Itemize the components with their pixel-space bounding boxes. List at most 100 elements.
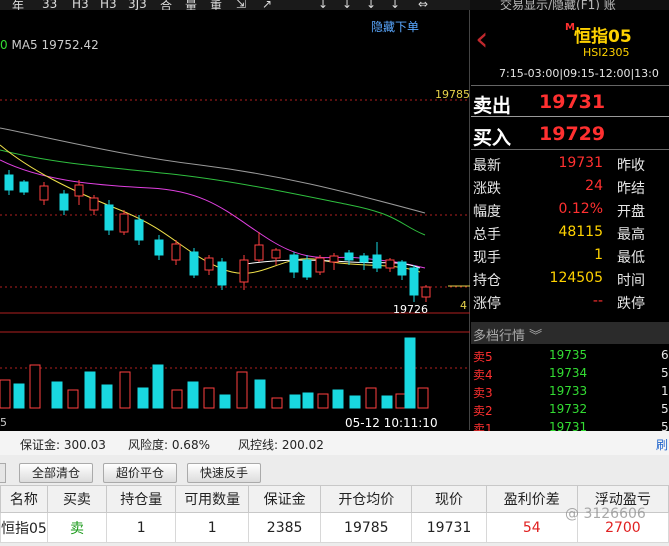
col-side[interactable]: 买卖	[46, 485, 108, 513]
stat-label-2: 开盘	[617, 204, 645, 220]
candlestick	[39, 182, 49, 205]
stat-label: 幅度	[473, 204, 501, 220]
candle-body	[359, 255, 369, 263]
depth-header[interactable]: 多档行情 ︾	[471, 322, 669, 344]
symbol-name: 恒指05	[574, 27, 632, 47]
toolbar-item[interactable]: ⇔	[418, 0, 428, 10]
toolbar-item[interactable]: 合	[160, 0, 172, 10]
toolbar-item[interactable]: 量	[185, 0, 197, 10]
price-level-high: 19785	[435, 88, 470, 101]
stat-value: 19731	[558, 155, 603, 171]
ask-row[interactable]: 卖出 19731	[471, 88, 669, 117]
candlestick	[189, 248, 199, 278]
stat-label: 持仓	[473, 273, 501, 289]
toolbar-item[interactable]: H3	[100, 0, 117, 10]
volume-bars	[0, 337, 429, 409]
candlestick	[134, 215, 144, 245]
volume-bar	[236, 371, 248, 409]
toolbar-item[interactable]: ↓	[342, 0, 352, 10]
depth-title-text: 多档行情	[473, 329, 526, 344]
depth-row[interactable]: 卖4 19734 5	[471, 364, 669, 382]
toolbar-item[interactable]: 3J3	[128, 0, 147, 10]
volume-bar	[119, 371, 131, 409]
col-open-avg[interactable]: 开仓均价	[320, 485, 413, 513]
stat-value: 48115	[558, 224, 603, 240]
axis-label-left: 5	[0, 416, 7, 429]
candlestick	[409, 265, 419, 302]
candle-body	[134, 219, 144, 241]
candle-body	[344, 252, 354, 261]
trading-window: 年 33 H3 H3 3J3 合 量 重 ⇲ ↗ ↓ ↓ ↓ ↓ ⇔ 交易显示/…	[0, 0, 669, 546]
toolbar-item[interactable]: 重	[210, 0, 222, 10]
back-arrow-icon[interactable]: ‹	[475, 22, 489, 56]
col-margin[interactable]: 保证金	[247, 485, 322, 513]
candlestick	[19, 180, 29, 195]
trade-toggle-strip[interactable]: 交易显示/隐藏(F1) 账	[470, 0, 669, 10]
double-chevron-down-icon[interactable]: ︾	[529, 329, 542, 344]
col-name[interactable]: 名称	[0, 485, 48, 513]
volume-bar	[271, 397, 283, 409]
toolbar-item[interactable]: 33	[42, 0, 57, 10]
candlestick	[171, 240, 181, 265]
refresh-link[interactable]: 刷	[656, 436, 668, 453]
hide-order-link[interactable]: 隐藏下单	[371, 18, 419, 35]
toolbar-item[interactable]: ↓	[366, 0, 376, 10]
candlesticks	[4, 170, 431, 302]
depth-label: 卖4	[473, 368, 493, 382]
quick-reverse-button[interactable]: 快速反手	[187, 463, 261, 483]
candle-body	[189, 251, 199, 276]
volume-bar	[254, 379, 266, 409]
stat-label-2: 最高	[617, 227, 645, 243]
depth-row[interactable]: 卖2 19732 5	[471, 400, 669, 418]
over-price-close-button[interactable]: 超价平仓	[103, 463, 177, 483]
cell-pnl-diff: 54	[485, 512, 578, 543]
candlestick	[344, 250, 354, 265]
depth-row[interactable]: 卖5 19735 6	[471, 346, 669, 364]
stat-value: 1	[594, 247, 603, 263]
candle-body	[4, 174, 14, 191]
toolbar-item[interactable]: H3	[72, 0, 89, 10]
close-all-button[interactable]: 全部清仓	[19, 463, 93, 483]
stat-value: 124505	[549, 270, 603, 286]
kline-chart-canvas	[0, 99, 470, 409]
depth-row[interactable]: 卖3 19733 13	[471, 382, 669, 400]
stat-row: 最新 19731 昨收	[471, 152, 669, 175]
ask-price: 19731	[539, 91, 606, 113]
toolbar-item[interactable]: ↓	[390, 0, 400, 10]
volume-bar	[203, 387, 215, 409]
toolbar-item[interactable]: ↓	[318, 0, 328, 10]
bid-row[interactable]: 买入 19729	[471, 120, 669, 149]
stat-value: 24	[585, 178, 603, 194]
price-level-low: 19726	[393, 303, 428, 316]
volume-bar	[417, 387, 429, 409]
account-area: 保证金: 300.03 风险度: 0.68% 风控线: 200.02 刷 全部清…	[0, 431, 669, 546]
bid-label: 买入	[473, 127, 512, 149]
col-pnl-diff[interactable]: 盈利价差	[485, 485, 578, 513]
separator	[471, 149, 669, 150]
candle-body	[385, 259, 395, 269]
candle-body	[289, 254, 299, 273]
col-available[interactable]: 可用数量	[175, 485, 249, 513]
separator	[471, 116, 669, 117]
margin-text: 保证金: 300.03	[20, 438, 106, 452]
stat-row: 幅度 0.12% 开盘	[471, 198, 669, 221]
stat-label: 总手	[473, 227, 501, 243]
toolbar-item[interactable]: ↗	[262, 0, 272, 10]
volume-bar	[51, 381, 63, 409]
volume-bar	[404, 337, 416, 409]
candlestick	[74, 180, 84, 205]
stat-row: 持仓 124505 时间	[471, 267, 669, 290]
kline-chart[interactable]: 隐藏下单 0 MA5 19752.42 19785 19726 4 5 05-1…	[0, 10, 470, 430]
stat-label-2: 时间	[617, 273, 645, 289]
toolbar-item[interactable]: 年	[12, 0, 24, 10]
col-last[interactable]: 现价	[411, 485, 487, 513]
candle-body	[74, 184, 84, 197]
button-stub[interactable]	[0, 463, 6, 483]
volume-bar	[171, 389, 183, 409]
col-hold[interactable]: 持仓量	[106, 485, 177, 513]
ma-prefix: 0	[0, 38, 8, 52]
depth-qty: 13	[661, 384, 669, 398]
toolbar-item[interactable]: ⇲	[236, 0, 246, 10]
candle-body	[315, 257, 325, 273]
stat-label-2: 昨结	[617, 181, 645, 197]
